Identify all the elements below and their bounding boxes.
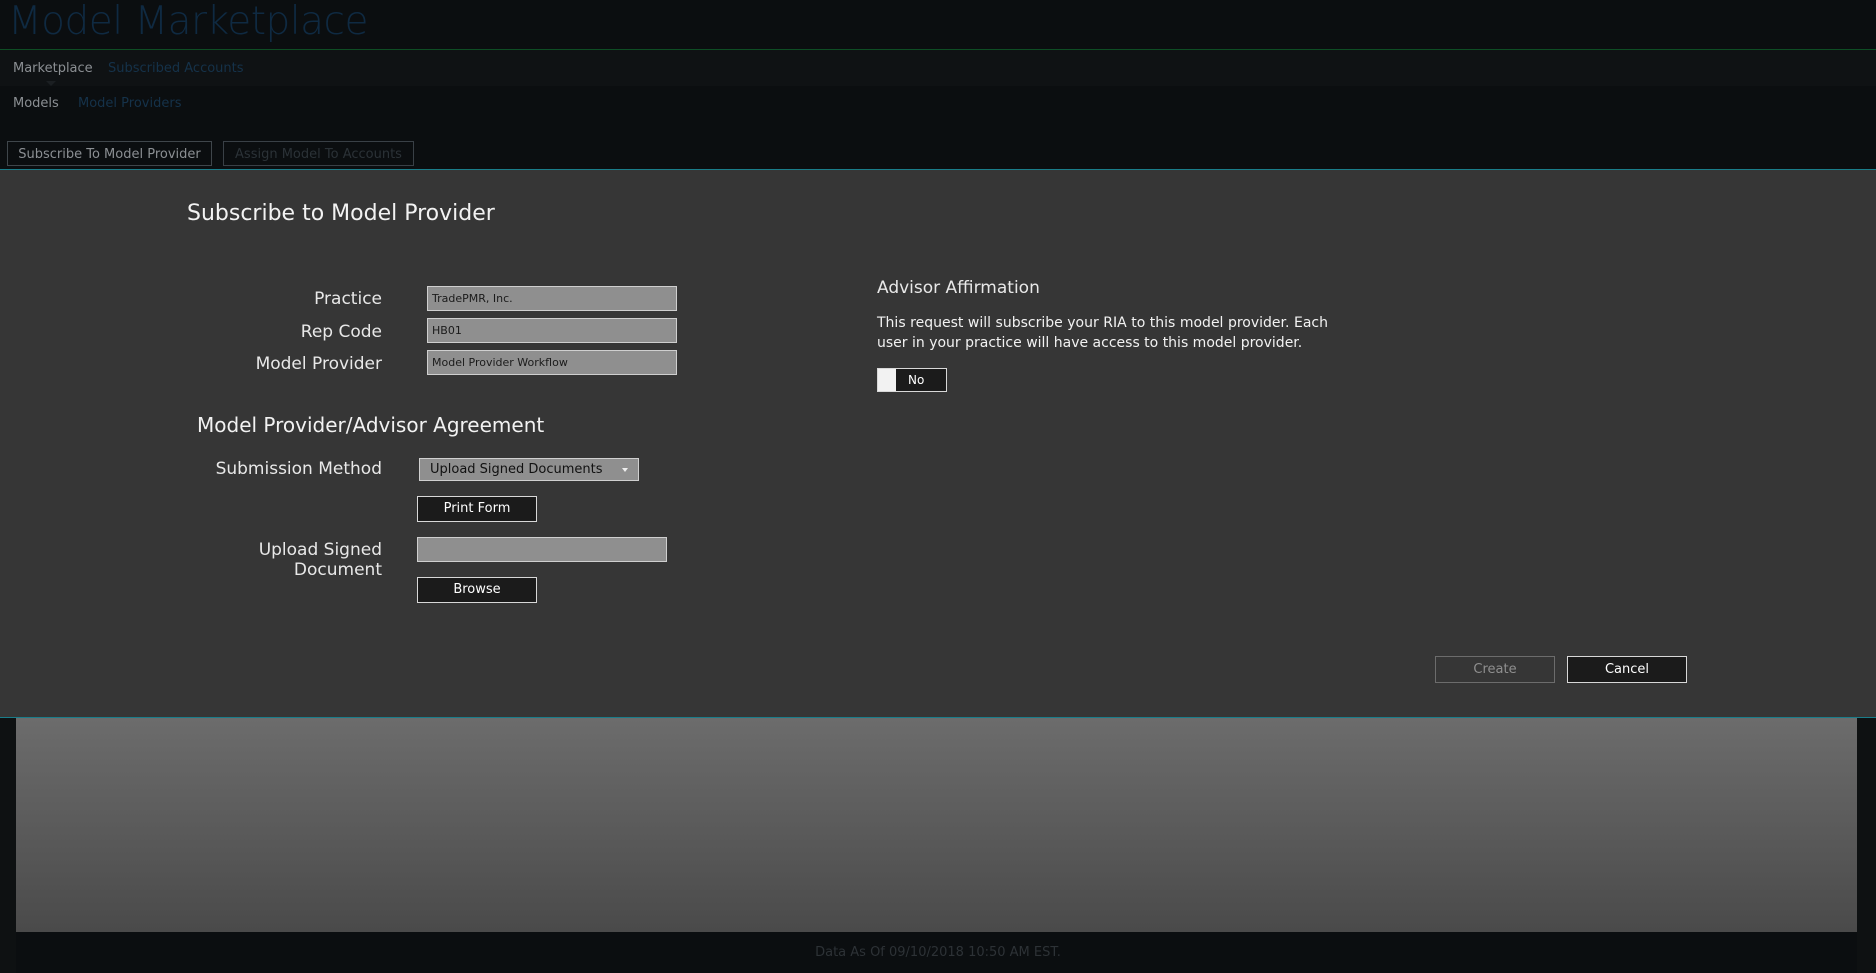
- submission-method-select[interactable]: Upload Signed Documents: [419, 458, 639, 481]
- cancel-button[interactable]: Cancel: [1567, 656, 1687, 683]
- model-provider-field[interactable]: Model Provider Workflow: [427, 350, 677, 375]
- nav-item-model-providers[interactable]: Model Providers: [78, 96, 181, 111]
- secondary-nav: [0, 86, 1876, 122]
- upload-file-field[interactable]: [417, 537, 667, 562]
- toggle-state-label: No: [908, 373, 925, 387]
- advisor-affirmation-text: This request will subscribe your RIA to …: [877, 315, 1328, 351]
- practice-field[interactable]: TradePMR, Inc.: [427, 286, 677, 311]
- app-title: Model Marketplace: [8, 0, 368, 44]
- data-grid-area: [16, 718, 1857, 932]
- nav-item-marketplace[interactable]: Marketplace: [13, 61, 93, 76]
- submission-method-label: Submission Method: [215, 459, 382, 479]
- practice-label: Practice: [314, 289, 382, 309]
- primary-nav: [0, 50, 1876, 86]
- upload-signed-document-label: Upload Signed Document: [258, 540, 382, 580]
- rep-code-label: Rep Code: [300, 322, 382, 342]
- data-as-of-footer: Data As Of 09/10/2018 10:50 AM EST.: [815, 945, 1061, 960]
- affirmation-toggle[interactable]: No: [877, 368, 947, 392]
- subscribe-modal: [0, 169, 1876, 718]
- model-provider-label: Model Provider: [255, 354, 382, 374]
- chevron-down-icon: [622, 468, 628, 472]
- rep-code-field[interactable]: HB01: [427, 318, 677, 343]
- nav-item-models[interactable]: Models: [13, 96, 59, 111]
- left-margin: [0, 718, 16, 973]
- right-margin: [1857, 718, 1876, 973]
- subscribe-to-model-provider-button[interactable]: Subscribe To Model Provider: [7, 141, 212, 166]
- print-form-button[interactable]: Print Form: [417, 496, 537, 522]
- advisor-affirmation-title: Advisor Affirmation: [877, 278, 1040, 298]
- create-button[interactable]: Create: [1435, 656, 1555, 683]
- nav-item-subscribed-accounts[interactable]: Subscribed Accounts: [108, 61, 244, 76]
- browse-button[interactable]: Browse: [417, 577, 537, 603]
- toggle-knob: [878, 369, 896, 391]
- assign-model-button[interactable]: Assign Model To Accounts: [223, 141, 414, 166]
- submission-method-value: Upload Signed Documents: [430, 462, 603, 477]
- agreement-section-title: Model Provider/Advisor Agreement: [197, 413, 545, 437]
- modal-title: Subscribe to Model Provider: [187, 201, 495, 226]
